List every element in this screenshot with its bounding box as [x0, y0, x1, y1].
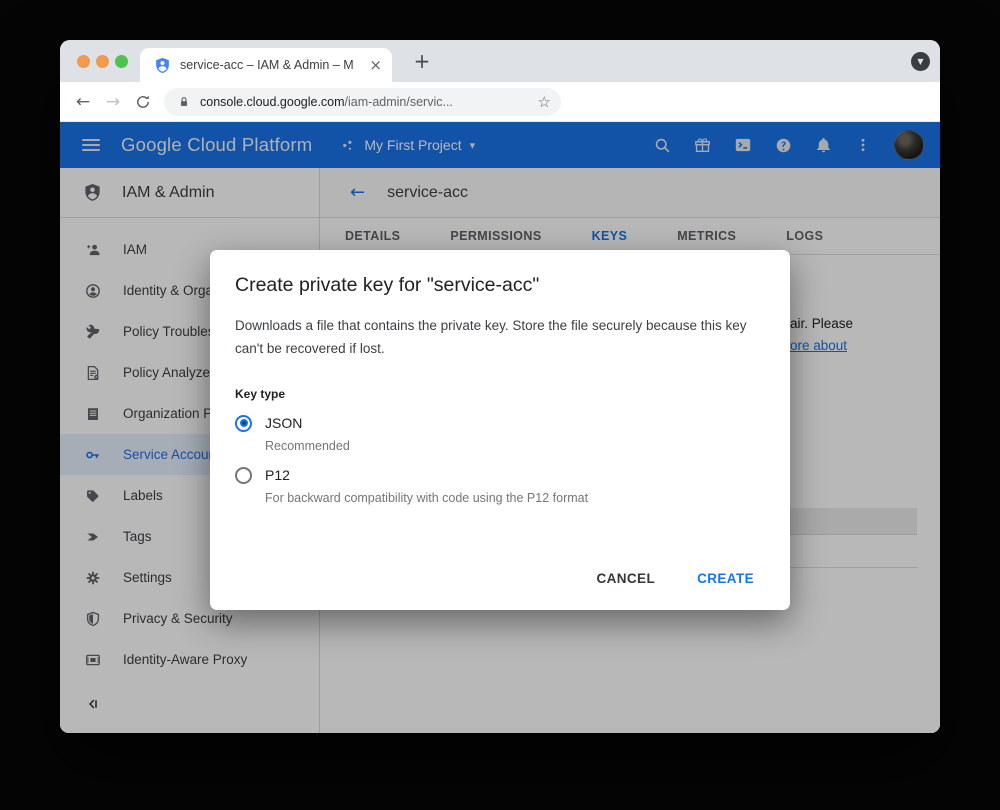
key-type-option-json: JSON Recommended [235, 412, 765, 453]
browser-window: service-acc – IAM & Admin – M × + ▼ ← → … [60, 40, 940, 733]
window-minimize-button[interactable] [96, 55, 109, 68]
key-type-option-p12: P12 For backward compatibility with code… [235, 464, 765, 505]
dialog-title: Create private key for "service-acc" [235, 272, 765, 298]
reload-button[interactable] [128, 94, 158, 110]
radio-p12[interactable] [235, 467, 252, 484]
url-domain: console.cloud.google.com [200, 95, 345, 109]
tab-title: service-acc – IAM & Admin – M [180, 58, 356, 72]
create-button[interactable]: CREATE [681, 560, 770, 596]
key-type-label: Key type [235, 387, 765, 401]
lock-icon [177, 95, 191, 109]
new-tab-button[interactable]: + [408, 47, 436, 75]
window-zoom-button[interactable] [115, 55, 128, 68]
screenshot-stage: service-acc – IAM & Admin – M × + ▼ ← → … [0, 0, 1000, 810]
chevron-down-icon: ▼ [917, 58, 923, 66]
browser-toolbar: ← → console.cloud.google.com/iam-admin/s… [60, 82, 940, 122]
browser-tab-strip: service-acc – IAM & Admin – M × + ▼ [60, 40, 940, 82]
browser-tab[interactable]: service-acc – IAM & Admin – M × [140, 48, 392, 82]
dialog-body: Downloads a file that contains the priva… [235, 315, 765, 360]
address-bar[interactable]: console.cloud.google.com/iam-admin/servi… [164, 88, 561, 116]
back-button[interactable]: ← [68, 92, 98, 112]
browser-profile-menu-button[interactable]: ▼ [911, 52, 930, 71]
window-traffic-lights [77, 55, 128, 68]
bookmark-star-icon[interactable]: ☆ [538, 93, 551, 111]
radio-json[interactable] [235, 415, 252, 432]
iam-shield-favicon-icon [154, 57, 171, 74]
window-close-button[interactable] [77, 55, 90, 68]
url-path: /iam-admin/servic... [345, 95, 453, 109]
forward-button[interactable]: → [98, 92, 128, 112]
tab-close-icon[interactable]: × [369, 58, 382, 73]
create-private-key-dialog: Create private key for "service-acc" Dow… [210, 250, 790, 610]
cancel-button[interactable]: CANCEL [580, 560, 671, 596]
